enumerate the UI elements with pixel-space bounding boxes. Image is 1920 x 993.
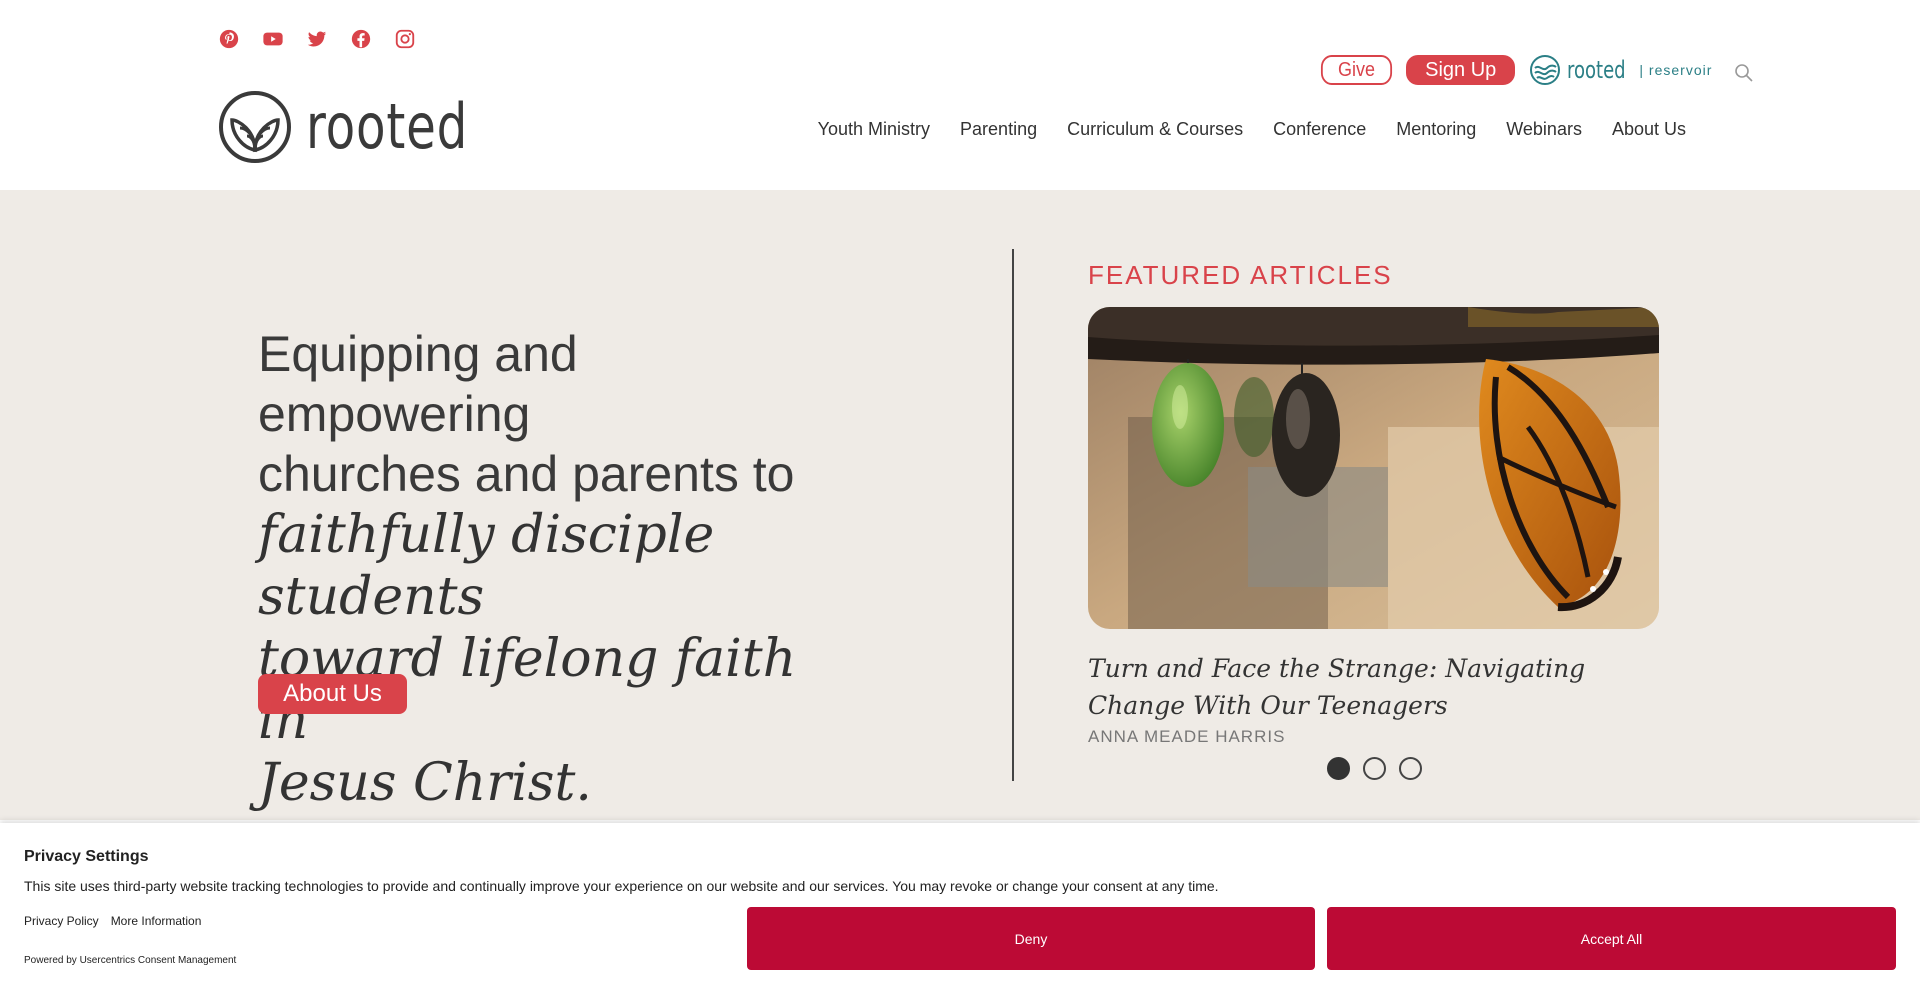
logo-wordmark: rooted <box>306 90 469 163</box>
carousel-dots <box>1327 757 1422 780</box>
hero-italic-line-1: faithfully disciple students <box>258 505 715 627</box>
featured-article-image[interactable] <box>1088 307 1659 629</box>
hero-plain-line-2: churches and parents to <box>258 446 795 502</box>
nav-about-us[interactable]: About Us <box>1612 119 1686 140</box>
social-links <box>218 28 416 50</box>
site-header: rooted Give Sign Up rooted | reservoir Y… <box>0 0 1920 190</box>
nav-mentoring[interactable]: Mentoring <box>1396 119 1476 140</box>
nav-youth-ministry[interactable]: Youth Ministry <box>818 119 930 140</box>
carousel-dot-3[interactable] <box>1399 757 1422 780</box>
top-actions: Give Sign Up rooted | reservoir <box>1317 54 1754 86</box>
privacy-description: This site uses third-party website track… <box>24 878 1219 894</box>
nav-webinars[interactable]: Webinars <box>1506 119 1582 140</box>
reservoir-wordmark: rooted <box>1567 56 1626 84</box>
hero-italic-line-3: Jesus Christ. <box>258 753 592 813</box>
carousel-dot-2[interactable] <box>1363 757 1386 780</box>
featured-article-title[interactable]: Turn and Face the Strange: Navigating Ch… <box>1088 650 1668 724</box>
site-logo[interactable]: rooted <box>218 90 514 164</box>
featured-article-author[interactable]: ANNA MEADE HARRIS <box>1088 727 1285 747</box>
hero-section: Equipping and empowering churches and pa… <box>0 190 1920 820</box>
main-nav: Youth Ministry Parenting Curriculum & Co… <box>818 119 1686 140</box>
search-icon[interactable] <box>1734 63 1754 83</box>
privacy-policy-link[interactable]: Privacy Policy <box>24 914 99 928</box>
nav-conference[interactable]: Conference <box>1273 119 1366 140</box>
twitter-icon[interactable] <box>306 28 328 50</box>
signup-button[interactable]: Sign Up <box>1406 55 1516 85</box>
privacy-title: Privacy Settings <box>24 848 149 865</box>
hero-heading: Equipping and empowering churches and pa… <box>258 324 858 814</box>
powered-by-text: Powered by Usercentrics Consent Manageme… <box>24 955 237 966</box>
featured-articles-heading: FEATURED ARTICLES <box>1088 260 1393 290</box>
reservoir-logo-icon <box>1530 55 1561 85</box>
give-button[interactable]: Give <box>1320 55 1393 85</box>
privacy-banner: Privacy Settings This site uses third-pa… <box>0 823 1920 993</box>
accept-all-button[interactable]: Accept All <box>1327 907 1896 970</box>
pinterest-icon[interactable] <box>218 28 240 50</box>
deny-button[interactable]: Deny <box>747 907 1315 970</box>
about-us-button[interactable]: About Us <box>258 674 407 714</box>
instagram-icon[interactable] <box>394 28 416 50</box>
more-information-link[interactable]: More Information <box>111 914 202 928</box>
nav-curriculum-courses[interactable]: Curriculum & Courses <box>1067 119 1243 140</box>
hero-plain-line-1: Equipping and empowering <box>258 326 578 442</box>
privacy-links: Privacy Policy More Information <box>24 914 201 928</box>
carousel-dot-1[interactable] <box>1327 757 1350 780</box>
rooted-reservoir-link[interactable]: rooted | reservoir <box>1529 54 1712 86</box>
nav-parenting[interactable]: Parenting <box>960 119 1037 140</box>
reservoir-subtitle: | reservoir <box>1639 62 1713 78</box>
hero-divider <box>1012 249 1014 781</box>
facebook-icon[interactable] <box>350 28 372 50</box>
butterfly-chrysalis-image <box>1088 307 1659 629</box>
rooted-logo-icon <box>219 91 291 163</box>
youtube-icon[interactable] <box>262 28 284 50</box>
